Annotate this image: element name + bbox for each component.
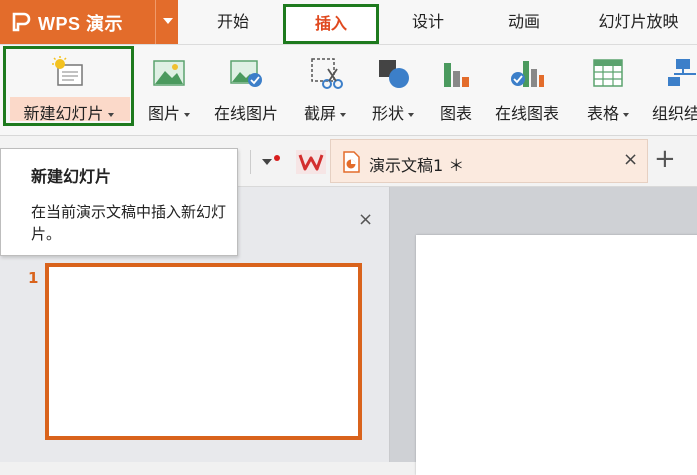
online-chart-icon bbox=[511, 61, 544, 87]
add-tab-button[interactable]: + bbox=[654, 144, 676, 174]
tab-slideshow[interactable]: 幻灯片放映 bbox=[580, 0, 697, 44]
org-chart-icon bbox=[668, 59, 696, 86]
document-tab[interactable]: 演示文稿1 ＊ × bbox=[330, 139, 648, 183]
table-icon bbox=[593, 59, 623, 87]
table-label-wrap: 表格 bbox=[575, 100, 641, 124]
screenshot-label: 截屏 bbox=[303, 104, 336, 123]
chart-button[interactable]: 图表 bbox=[430, 45, 482, 133]
org-chart-button[interactable]: 组织结 bbox=[648, 45, 697, 133]
chevron-down-icon[interactable] bbox=[408, 112, 414, 117]
tab-home[interactable]: 开始 bbox=[188, 0, 278, 44]
tab-design[interactable]: 设计 bbox=[384, 0, 472, 44]
online-chart-button[interactable]: 在线图表 bbox=[486, 45, 568, 133]
app-menu-dropdown-icon[interactable] bbox=[155, 0, 179, 44]
table-button[interactable]: 表格 bbox=[575, 45, 641, 133]
online-picture-button[interactable]: 在线图片 bbox=[205, 45, 287, 133]
tab-animation[interactable]: 动画 bbox=[480, 0, 568, 44]
chevron-down-icon[interactable] bbox=[623, 112, 629, 117]
slide-thumbnail[interactable] bbox=[45, 263, 362, 440]
picture-icon bbox=[153, 60, 185, 86]
picture-label-wrap: 图片 bbox=[138, 100, 200, 124]
tab-insert[interactable]: 插入 bbox=[283, 4, 379, 44]
wps-home-icon[interactable] bbox=[296, 150, 326, 174]
editing-pane bbox=[390, 187, 697, 475]
online-picture-label: 在线图片 bbox=[213, 104, 278, 123]
screenshot-label-wrap: 截屏 bbox=[293, 100, 357, 124]
shapes-label-wrap: 形状 bbox=[362, 100, 424, 124]
new-slide-highlight-frame bbox=[3, 46, 134, 126]
wps-logo-icon bbox=[12, 12, 31, 32]
table-label: 表格 bbox=[586, 104, 619, 123]
shapes-button[interactable]: 形状 bbox=[362, 45, 424, 133]
menu-bar: WPS 演示 开始 插入 设计 动画 幻灯片放映 bbox=[0, 0, 697, 45]
chart-icon bbox=[444, 63, 469, 87]
tooltip-description: 在当前演示文稿中插入新幻灯片。 bbox=[31, 203, 227, 243]
ribbon: 新建幻灯片 图片 在线图片 截屏 形状 图表 在线图表 表格 组织结 bbox=[0, 45, 697, 136]
app-menu-button[interactable]: WPS 演示 bbox=[0, 0, 178, 44]
slide-number: 1 bbox=[28, 269, 39, 287]
picture-button[interactable]: 图片 bbox=[138, 45, 200, 133]
chevron-down-icon[interactable] bbox=[340, 112, 346, 117]
document-title: 演示文稿1 ＊ bbox=[369, 156, 465, 175]
tooltip-title: 新建幻灯片 bbox=[31, 167, 112, 186]
chevron-down-icon[interactable] bbox=[184, 112, 190, 117]
screenshot-button[interactable]: 截屏 bbox=[293, 45, 357, 133]
shapes-icon bbox=[379, 60, 409, 88]
close-tab-icon[interactable]: × bbox=[623, 149, 638, 170]
close-pane-icon[interactable]: × bbox=[358, 209, 373, 230]
tooltip: 新建幻灯片 在当前演示文稿中插入新幻灯片。 bbox=[0, 148, 238, 256]
online-chart-label: 在线图表 bbox=[494, 104, 559, 123]
chart-label: 图表 bbox=[439, 104, 472, 123]
app-name: WPS 演示 bbox=[38, 14, 124, 34]
presentation-file-icon bbox=[343, 151, 360, 173]
online-picture-icon bbox=[230, 60, 262, 87]
toolbar-divider bbox=[250, 150, 251, 174]
picture-label: 图片 bbox=[147, 104, 180, 123]
slide-canvas[interactable] bbox=[416, 235, 697, 475]
pin-dropdown-icon[interactable] bbox=[260, 154, 282, 170]
screenshot-icon bbox=[311, 58, 343, 89]
shapes-label: 形状 bbox=[371, 104, 404, 123]
org-chart-label: 组织结 bbox=[652, 104, 697, 123]
